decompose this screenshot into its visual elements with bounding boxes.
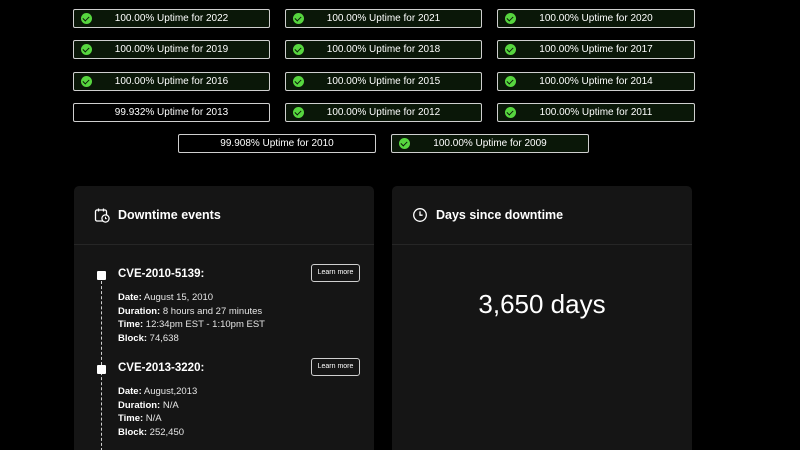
calendar-clock-icon (94, 208, 110, 223)
event-block: Block: 252,450 (118, 427, 185, 439)
learn-more-button[interactable]: Learn more (311, 358, 360, 376)
event-date: Date: August,2013 (118, 386, 198, 397)
uptime-badge-2020: 100.00% Uptime for 2020 (497, 9, 695, 28)
event-time: Time: N/A (118, 413, 162, 425)
event-title: CVE-2013-3220: (118, 362, 205, 374)
check-circle-icon (293, 107, 304, 118)
uptime-badge-2016: 100.00% Uptime for 2016 (73, 72, 270, 91)
check-circle-icon (505, 44, 516, 55)
event-duration: Duration: N/A (118, 399, 179, 411)
uptime-badge-2021: 100.00% Uptime for 2021 (285, 9, 482, 28)
check-circle-icon (505, 107, 516, 118)
check-circle-icon (81, 76, 92, 87)
check-circle-icon (293, 44, 304, 55)
timeline-line (101, 276, 102, 450)
event-block: Block: 74,638 (118, 333, 179, 345)
days-since-value: 3,650 days (478, 289, 606, 319)
days-since-downtime-card: Days since downtime 3,650 days (392, 186, 692, 450)
uptime-badge-2010: 99.908% Uptime for 2010 (178, 134, 376, 153)
timeline-dot (97, 271, 106, 280)
days-since-header: Days since downtime (392, 186, 692, 245)
uptime-badge-2013: 99.932% Uptime for 2013 (73, 103, 270, 122)
uptime-badge-2017: 100.00% Uptime for 2017 (497, 40, 695, 59)
uptime-badge-2009: 100.00% Uptime for 2009 (391, 134, 589, 153)
event-title: CVE-2010-5139: (118, 268, 205, 280)
check-circle-icon (293, 13, 304, 24)
check-circle-icon (81, 44, 92, 55)
clock-icon (413, 208, 427, 222)
uptime-badge-2012: 100.00% Uptime for 2012 (285, 103, 482, 122)
uptime-badge-2014: 100.00% Uptime for 2014 (497, 72, 695, 91)
timeline-dot (97, 365, 106, 374)
check-circle-icon (399, 138, 410, 149)
downtime-events-header: Downtime events (74, 186, 374, 245)
check-circle-icon (293, 76, 304, 87)
uptime-badge-2011: 100.00% Uptime for 2011 (497, 103, 695, 122)
uptime-badge-2018: 100.00% Uptime for 2018 (285, 40, 482, 59)
learn-more-button[interactable]: Learn more (311, 264, 360, 282)
event-time: Time: 12:34pm EST - 1:10pm EST (118, 319, 265, 331)
downtime-events-card: Downtime events CVE-2010-5139: Learn mor… (74, 186, 374, 450)
event-duration: Duration: 8 hours and 27 minutes (118, 305, 263, 317)
uptime-badge-2019: 100.00% Uptime for 2019 (73, 40, 270, 59)
event-date: Date: August 15, 2010 (118, 292, 214, 303)
uptime-badge-2022: 100.00% Uptime for 2022 (73, 9, 270, 28)
check-circle-icon (505, 76, 516, 87)
check-circle-icon (505, 13, 516, 24)
check-circle-icon (81, 13, 92, 24)
days-since-title: Days since downtime (436, 208, 564, 222)
downtime-events-title: Downtime events (118, 208, 221, 222)
uptime-badge-2015: 100.00% Uptime for 2015 (285, 72, 482, 91)
